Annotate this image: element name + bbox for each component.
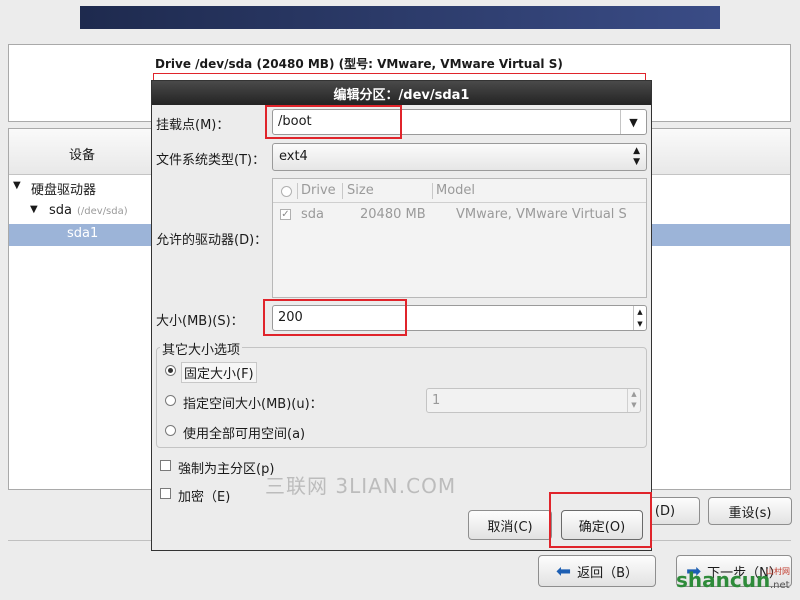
allowed-drives-label: 允许的驱动器(D)： [156,233,268,248]
drives-table: Drive Size Model ✓ sda 20480 MB VMware, … [272,178,647,298]
fixed-size-radio[interactable] [165,365,176,376]
fs-type-value: ext4 [279,149,308,164]
col-divider [297,183,298,199]
cancel-button-label: 取消(C) [487,519,533,535]
drives-table-row: ✓ sda 20480 MB VMware, VMware Virtual S [273,204,646,226]
spin-down-icon: ▼ [631,401,637,409]
encrypt-checkbox[interactable] [160,488,171,499]
size-spin-buttons[interactable]: ▲ ▼ [633,306,646,330]
reset-button-label: 重设(s) [728,505,772,521]
chevron-down-icon: ▼ [629,115,638,129]
back-button[interactable]: ⬅ 返回（B） [538,555,656,587]
mount-point-dropdown[interactable]: ▼ [620,110,646,134]
delete-button-label: (D) [654,503,676,519]
force-primary-checkbox[interactable] [160,460,171,471]
mount-point-highlight [265,105,402,139]
back-button-label: 返回（B） [577,565,638,581]
arrow-left-icon: ⬅ [555,560,572,582]
watermark-corner-tag: 山村网 [766,567,790,576]
fill-all-radio[interactable] [165,425,176,436]
tree-item-label: 硬盘驱动器 [31,183,97,198]
expander-down-icon[interactable]: ▼ [13,180,21,191]
spin-down-icon[interactable]: ▼ [637,320,642,328]
fill-to-size-option[interactable]: 指定空间大小(MB)(u)： [164,390,364,412]
drive-checkbox: ✓ [280,209,291,220]
tree-item-path: (/dev/sda) [77,206,128,217]
watermark-corner-suffix: .net [770,580,790,591]
spin-up-icon: ▲ [631,390,637,398]
drive-model: VMware, VMware Virtual S [456,207,627,222]
cancel-button[interactable]: 取消(C) [468,510,552,540]
fixed-size-label: 固定大小(F) [181,362,257,383]
col-divider [432,183,433,199]
col-size: Size [347,183,374,198]
watermark-center: 三联网 3LIAN.COM [265,474,457,498]
drive-info-text: Drive /dev/sda (20480 MB) (型号: VMware, V… [155,57,563,71]
header-banner [80,6,720,29]
col-model: Model [436,183,476,198]
dialog-title: 编辑分区：/dev/sda1 [152,81,651,105]
size-label: 大小(MB)(S)： [156,314,244,329]
encrypt-option[interactable]: 加密（E) [158,484,248,506]
drive-name: sda [301,207,324,222]
expander-down-icon[interactable]: ▼ [30,204,38,215]
fill-to-size-radio[interactable] [165,395,176,406]
drive-size: 20480 MB [360,207,426,222]
watermark-corner-text: shancun [676,568,771,592]
fs-type-label: 文件系统类型(T)： [156,153,266,168]
watermark-corner: shancun 山村网 .net [674,566,798,598]
device-header-label: 设备 [69,148,96,163]
fs-type-select[interactable]: ext4 ▲ ▼ [272,143,647,171]
tree-item-label: sda [49,203,72,218]
fill-spin-buttons: ▲ ▼ [627,389,640,412]
force-primary-label: 強制为主分区(p) [178,462,275,477]
fill-to-size-input: 1 [432,393,441,408]
fill-all-label: 使用全部可用空间(a) [183,427,306,442]
drives-table-header: Drive Size Model [273,179,646,203]
tree-item-label: sda1 [67,226,99,241]
select-updown-icon: ▲ ▼ [633,146,640,167]
col-divider [342,183,343,199]
reset-button[interactable]: 重设(s) [708,497,792,525]
fill-all-option[interactable]: 使用全部可用空间(a) [164,420,324,442]
spin-up-icon[interactable]: ▲ [637,308,642,316]
encrypt-label: 加密（E) [178,490,231,505]
size-options-title: 其它大小选项 [160,339,243,358]
ok-button-highlight [549,492,652,548]
fill-to-size-spinbox: 1 ▲ ▼ [426,388,641,413]
mount-point-label: 挂载点(M)： [156,118,230,133]
fill-to-size-label: 指定空间大小(MB)(u)： [183,397,323,412]
col-drive: Drive [301,183,336,198]
fixed-size-option[interactable]: 固定大小(F) [164,360,259,383]
select-all-radio [281,186,292,197]
size-highlight [263,299,407,336]
